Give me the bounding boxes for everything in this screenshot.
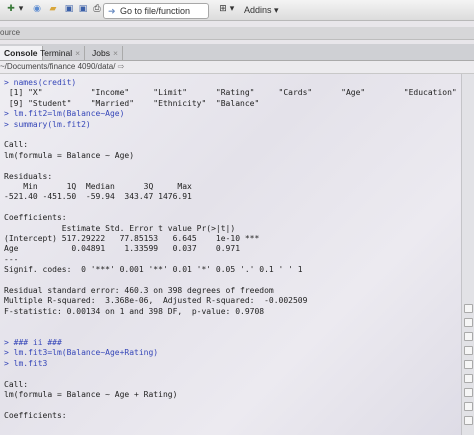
dropdown-arrow-icon[interactable]: ▾	[18, 3, 24, 16]
open-project-icon[interactable]: ◉	[30, 3, 44, 16]
console-path-bar: ~/Documents/finance 4090/data/ ⇨	[0, 61, 474, 74]
console-output-line: -521.40 -451.50 -59.94 343.47 1476.91	[4, 192, 192, 202]
right-scrollbar[interactable]	[461, 74, 474, 435]
goto-file-function-input[interactable]: ➜ Go to file/function	[103, 3, 209, 19]
scrollbar-marker	[464, 346, 473, 355]
console-output-line: Residuals:	[4, 171, 53, 181]
console-output-line: Call:	[4, 379, 29, 389]
console-output-line: Multiple R-squared: 3.368e-06, Adjusted …	[4, 296, 308, 306]
scrollbar-marker	[464, 318, 473, 327]
console-command-line: > names(credit)	[4, 78, 77, 87]
console-command-line: > ### ii ###	[4, 338, 62, 347]
scrollbar-marker	[464, 332, 473, 341]
scrollbar-marker	[464, 388, 473, 397]
console-output-line: Estimate Std. Error t value Pr(>|t|)	[4, 223, 236, 233]
console-command-line: > summary(lm.fit2)	[4, 119, 91, 129]
console-output-line: Age 0.04891 1.33599 0.037 0.971	[4, 244, 241, 254]
console-output-line: lm(formula = Balance ~ Age)	[4, 150, 135, 160]
console-command-line: > lm.fit2=lm(Balance~Age)	[4, 109, 125, 119]
console-tab-bar: Console Terminal × Jobs ×	[0, 44, 474, 61]
console-output-line: (Intercept) 517.29222 77.85153 6.645 1e-…	[4, 234, 260, 243]
console-output-line: Coefficients:	[4, 410, 67, 420]
console-output-line: lm(formula = Balance ~ Age + Rating)	[4, 390, 178, 399]
new-file-icon[interactable]: ✚	[4, 3, 18, 16]
scrollbar-marker	[464, 416, 473, 425]
tab-terminal-label: Terminal	[40, 48, 73, 58]
tab-console-label: Console	[4, 48, 38, 58]
scrollbar-marker	[464, 360, 473, 369]
scrollbar-marker	[464, 304, 473, 313]
close-icon[interactable]: ×	[75, 48, 80, 58]
console-output-line: [9] "Student" "Married" "Ethnicity" "Bal…	[4, 98, 260, 108]
goto-arrow-icon: ➜	[108, 6, 116, 16]
console-output[interactable]: > names(credit) [1] "X" "Income" "Limit"…	[0, 74, 462, 435]
panes-dropdown-icon[interactable]: ▾	[229, 3, 235, 16]
console-output-line: Min 1Q Median 3Q Max	[4, 182, 192, 191]
tab-terminal[interactable]: Terminal ×	[36, 46, 86, 60]
console-command-line: > lm.fit3	[4, 358, 48, 368]
tab-jobs[interactable]: Jobs ×	[88, 46, 123, 60]
source-pane-header: ource	[0, 27, 474, 40]
working-directory-path: ~/Documents/finance 4090/data/	[0, 62, 116, 71]
tab-jobs-label: Jobs	[92, 48, 110, 58]
console-output-line: F-statistic: 0.00134 on 1 and 398 DF, p-…	[4, 306, 265, 316]
console-output-line: Call:	[4, 140, 29, 150]
scrollbar-marker	[464, 374, 473, 383]
addins-label: Addins	[244, 5, 272, 15]
source-pane-label: ource	[0, 28, 21, 37]
console-output-line: Signif. codes: 0 '***' 0.001 '**' 0.01 '…	[4, 265, 303, 275]
console-command-line: > lm.fit3=lm(Balance~Age+Rating)	[4, 348, 159, 358]
save-icon[interactable]: ▣	[62, 3, 76, 16]
open-folder-icon[interactable]: ▰	[46, 3, 60, 16]
print-icon[interactable]: ⎙	[90, 3, 104, 16]
main-toolbar: ✚ ▾ ◉ ▰ ▣ ▣ ⎙ ➜ Go to file/function ⊞ ▾ …	[0, 0, 474, 21]
scrollbar-marker	[464, 402, 473, 411]
goto-file-function-label: Go to file/function	[120, 6, 191, 16]
addins-menu[interactable]: Addins ▾	[244, 3, 279, 17]
console-output-line: [1] "X" "Income" "Limit" "Rating" "Cards…	[4, 88, 462, 98]
close-icon[interactable]: ×	[113, 48, 118, 58]
save-all-icon[interactable]: ▣	[76, 3, 90, 16]
addins-chevron-icon: ▾	[274, 5, 279, 15]
console-output-line: Residual standard error: 460.3 on 398 de…	[4, 286, 274, 295]
go-to-directory-icon[interactable]: ⇨	[118, 62, 125, 71]
console-output-line: ---	[4, 254, 19, 264]
workspace-panes-icon[interactable]: ⊞	[216, 3, 230, 16]
console-output-line: Coefficients:	[4, 213, 67, 223]
